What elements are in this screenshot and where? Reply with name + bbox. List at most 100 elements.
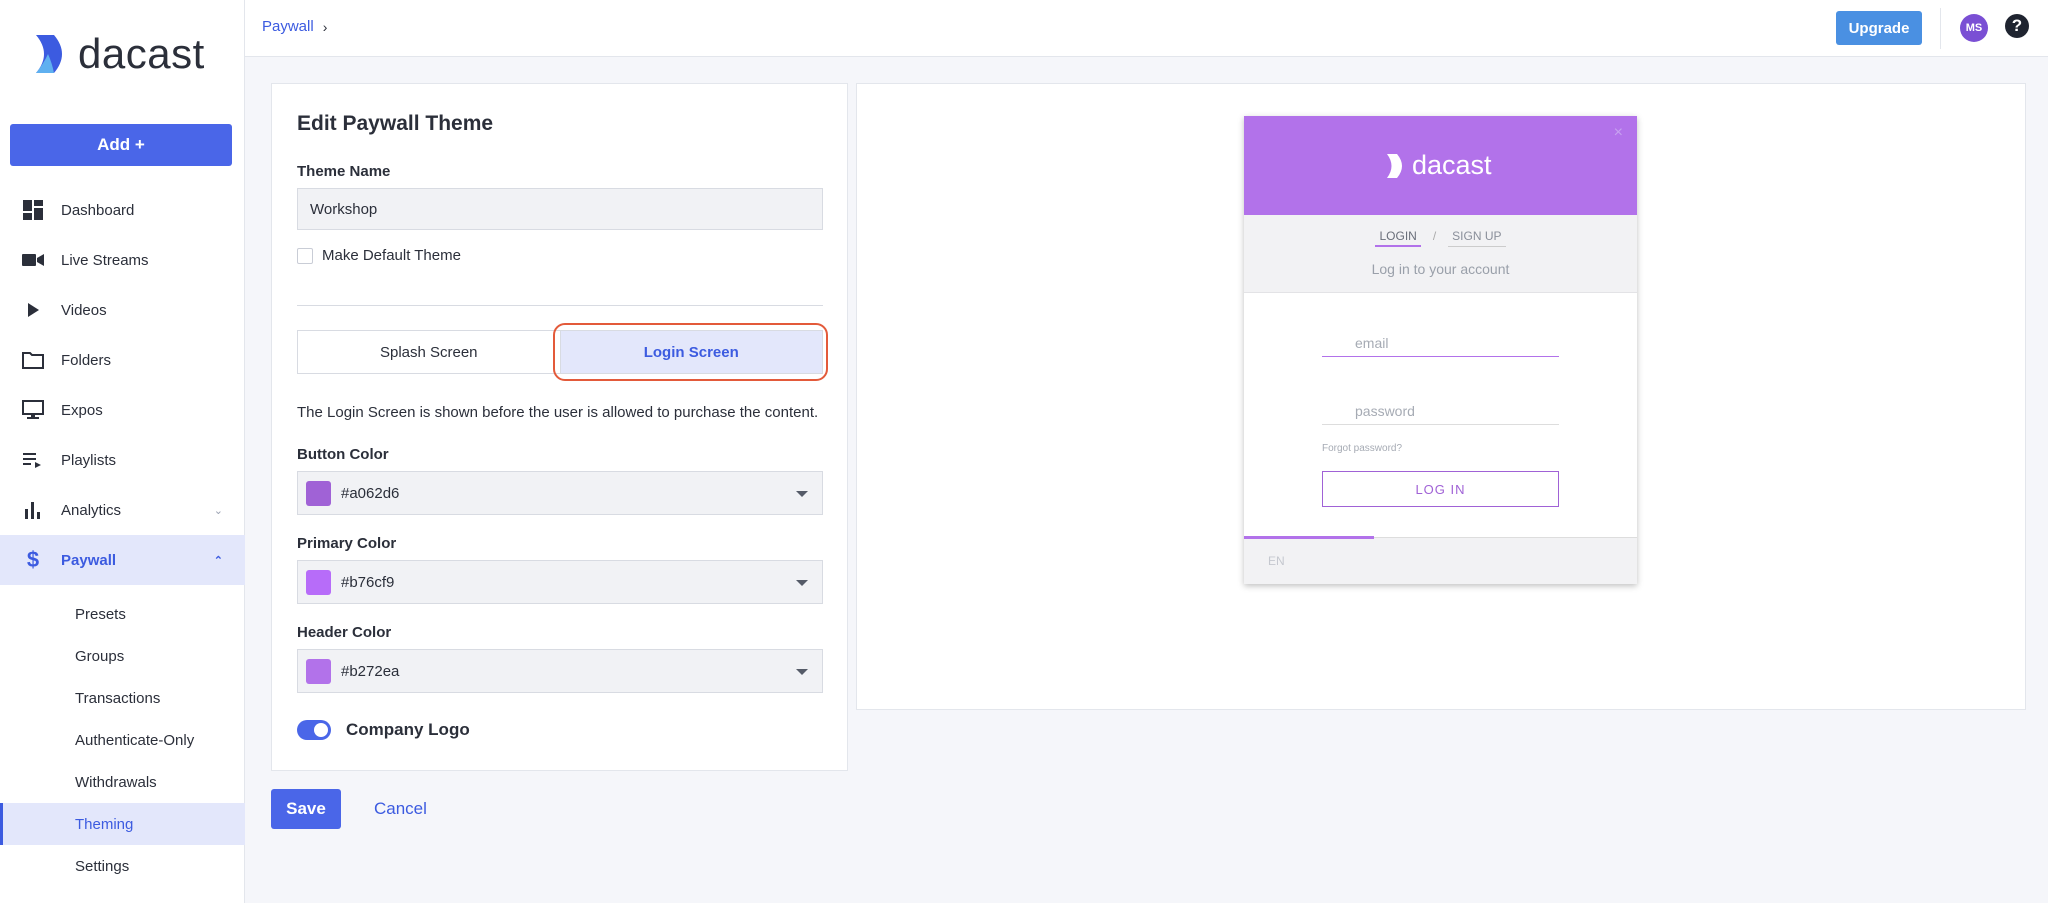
edit-theme-panel: Edit Paywall Theme Theme Name Workshop M… [271,83,848,771]
help-icon[interactable]: ? [2005,14,2029,38]
caret-down-icon [796,491,808,497]
make-default-label: Make Default Theme [322,247,461,264]
header-color-select[interactable]: #b272ea [297,649,823,693]
footer-divider [1374,537,1504,538]
dollar-icon: $ [26,547,40,572]
sidebar-subitem-settings[interactable]: Settings [0,845,245,887]
sidebar-subitem-presets[interactable]: Presets [0,593,245,635]
play-icon [22,299,44,321]
login-screen-description: The Login Screen is shown before the use… [297,404,819,421]
button-color-select[interactable]: #a062d6 [297,471,823,515]
modal-login-button[interactable]: LOG IN [1322,471,1559,507]
color-swatch [306,569,331,595]
playlist-icon [22,449,44,471]
theme-name-label: Theme Name [297,163,391,180]
company-logo-toggle[interactable] [297,720,331,740]
modal-logo-text: dacast [1412,150,1492,180]
modal-tab-login[interactable]: LOGIN [1375,229,1421,247]
modal-footer: EN [1244,536,1637,584]
modal-subtitle: Log in to your account [1371,261,1510,277]
sidebar-item-label: Videos [61,301,107,319]
screen-tabs: Splash Screen Login Screen [297,330,823,374]
sidebar-item-live-streams[interactable]: Live Streams [0,235,245,285]
sidebar-subitem-authenticate-only[interactable]: Authenticate-Only [0,719,245,761]
folder-icon [22,349,44,371]
company-logo-row: Company Logo [297,720,470,740]
breadcrumb: Paywall › [262,18,327,35]
add-button[interactable]: Add + [10,124,232,166]
dashboard-icon [22,199,44,221]
topbar-divider [1940,8,1941,49]
toggle-knob [314,723,328,737]
modal-tabs-area: LOGIN / SIGN UP Log in to your account [1244,215,1637,293]
modal-email-field[interactable]: email [1322,329,1559,357]
topbar: Paywall › Upgrade MS ? [245,0,2048,57]
cancel-button[interactable]: Cancel [374,799,427,819]
footer-accent-bar [1244,536,1374,539]
monitor-icon [22,399,44,421]
make-default-checkbox[interactable]: Make Default Theme [297,247,461,264]
close-icon[interactable]: × [1614,124,1623,142]
dacast-logo-icon [1387,153,1402,178]
divider [297,305,823,306]
sidebar-item-videos[interactable]: Videos [0,285,245,335]
primary-color-select[interactable]: #b76cf9 [297,560,823,604]
sidebar-item-label: Playlists [61,451,117,469]
sidebar-item-playlists[interactable]: Playlists [0,435,245,485]
caret-down-icon [796,669,808,675]
bar-chart-icon [22,499,44,521]
header-color-value: #b272ea [341,662,400,680]
modal-tab-separator: / [1432,229,1437,243]
sidebar-nav: Dashboard Live Streams Videos Folders Ex… [0,185,245,887]
primary-color-value: #b76cf9 [341,573,395,591]
checkbox-box[interactable] [297,247,313,264]
sidebar-item-label: Folders [61,351,112,369]
sidebar-item-paywall[interactable]: $ Paywall ⌃ [0,535,245,585]
modal-tabs: LOGIN / SIGN UP [1244,229,1637,247]
sidebar-item-label: Dashboard [61,201,135,219]
chevron-right-icon: › [322,18,328,35]
color-swatch [306,658,331,684]
theme-name-input[interactable]: Workshop [297,188,823,230]
sidebar-item-label: Paywall [61,551,117,569]
sidebar-subitem-withdrawals[interactable]: Withdrawals [0,761,245,803]
dacast-logo[interactable]: dacast [34,30,205,78]
color-swatch [306,480,331,506]
primary-color-label: Primary Color [297,535,397,552]
sidebar-item-label: Expos [61,401,103,419]
logo-text: dacast [78,30,205,77]
sidebar-item-label: Live Streams [61,251,149,269]
video-camera-icon [22,249,44,271]
chevron-down-icon: ⌄ [213,504,223,517]
sidebar-item-expos[interactable]: Expos [0,385,245,435]
language-selector[interactable]: EN [1268,554,1285,568]
modal-logo: dacast [1386,150,1492,181]
caret-down-icon [796,580,808,586]
tab-login-screen[interactable]: Login Screen [559,331,822,373]
sidebar-subitem-transactions[interactable]: Transactions [0,677,245,719]
avatar[interactable]: MS [1960,14,1988,42]
forgot-password-link[interactable]: Forgot password? [1322,443,1402,454]
breadcrumb-paywall[interactable]: Paywall [262,18,314,35]
dacast-logo-icon [36,35,62,73]
page-title: Edit Paywall Theme [297,112,494,135]
button-color-label: Button Color [297,446,389,463]
login-modal-preview: × dacast LOGIN / SIGN UP Log in to your … [1244,116,1637,584]
sidebar-item-analytics[interactable]: Analytics ⌄ [0,485,245,535]
tab-splash-screen[interactable]: Splash Screen [298,331,560,373]
header-color-label: Header Color [297,624,392,641]
save-button[interactable]: Save [271,789,341,829]
company-logo-label: Company Logo [346,720,470,739]
sidebar-subitem-groups[interactable]: Groups [0,635,245,677]
sidebar-item-label: Analytics [61,501,122,519]
modal-header: × dacast [1244,116,1637,215]
sidebar: dacast Add + Dashboard Live Streams Vide… [0,0,245,903]
modal-password-field[interactable]: password [1322,397,1559,425]
upgrade-button[interactable]: Upgrade [1836,11,1922,45]
modal-tab-signup[interactable]: SIGN UP [1448,229,1506,247]
button-color-value: #a062d6 [341,484,400,502]
chevron-up-icon: ⌃ [213,554,223,567]
sidebar-item-dashboard[interactable]: Dashboard [0,185,245,235]
sidebar-item-folders[interactable]: Folders [0,335,245,385]
sidebar-subitem-theming[interactable]: Theming [0,803,245,845]
